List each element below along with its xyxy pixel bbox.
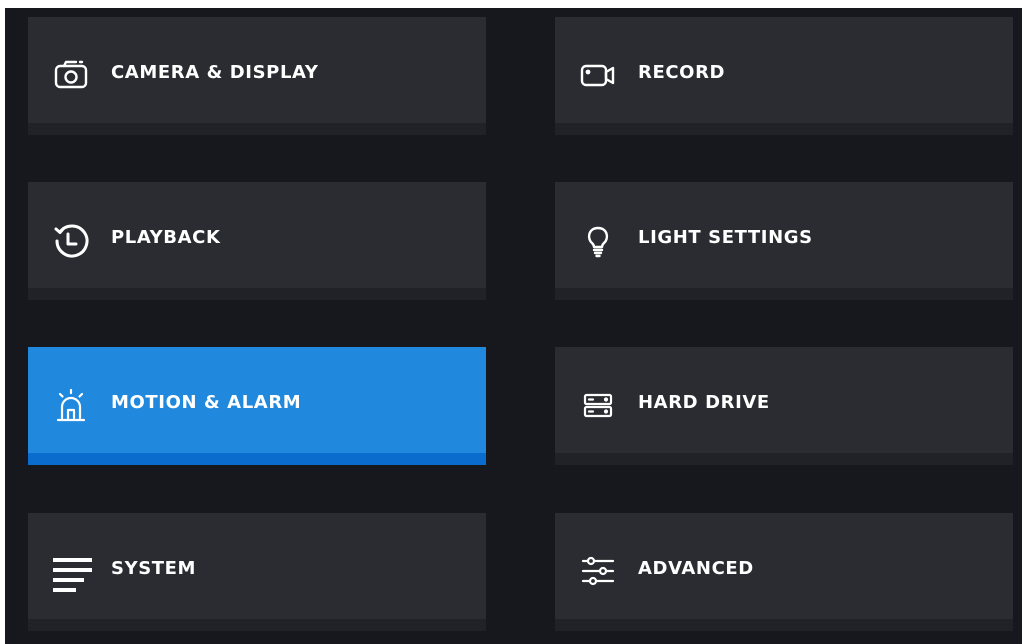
menu-tile-advanced[interactable]: ADVANCED <box>555 513 1013 631</box>
menu-label-camera-display: CAMERA & DISPLAY <box>111 62 319 83</box>
camera-icon <box>50 54 92 96</box>
sliders-icon <box>577 550 619 592</box>
menu-label-playback: PLAYBACK <box>111 227 221 248</box>
lightbulb-icon <box>577 219 619 261</box>
menu-label-motion-alarm: MOTION & ALARM <box>111 392 302 413</box>
settings-menu-panel: CAMERA & DISPLAY RECORD PLAYBACK LIGHT S… <box>5 8 1022 644</box>
menu-lines-icon <box>50 550 92 592</box>
menu-tile-hard-drive[interactable]: HARD DRIVE <box>555 347 1013 465</box>
menu-label-advanced: ADVANCED <box>638 558 754 579</box>
menu-tile-record[interactable]: RECORD <box>555 17 1013 135</box>
alarm-beacon-icon <box>50 384 92 426</box>
menu-label-record: RECORD <box>638 62 726 83</box>
hard-drive-icon <box>577 384 619 426</box>
video-record-icon <box>577 54 619 96</box>
menu-label-system: SYSTEM <box>111 558 197 579</box>
menu-tile-light-settings[interactable]: LIGHT SETTINGS <box>555 182 1013 300</box>
menu-tile-system[interactable]: SYSTEM <box>28 513 486 631</box>
menu-tile-motion-alarm[interactable]: MOTION & ALARM <box>28 347 486 465</box>
history-clock-icon <box>50 219 92 261</box>
menu-label-hard-drive: HARD DRIVE <box>638 392 770 413</box>
menu-label-light-settings: LIGHT SETTINGS <box>638 227 813 248</box>
menu-tile-camera-display[interactable]: CAMERA & DISPLAY <box>28 17 486 135</box>
menu-tile-playback[interactable]: PLAYBACK <box>28 182 486 300</box>
